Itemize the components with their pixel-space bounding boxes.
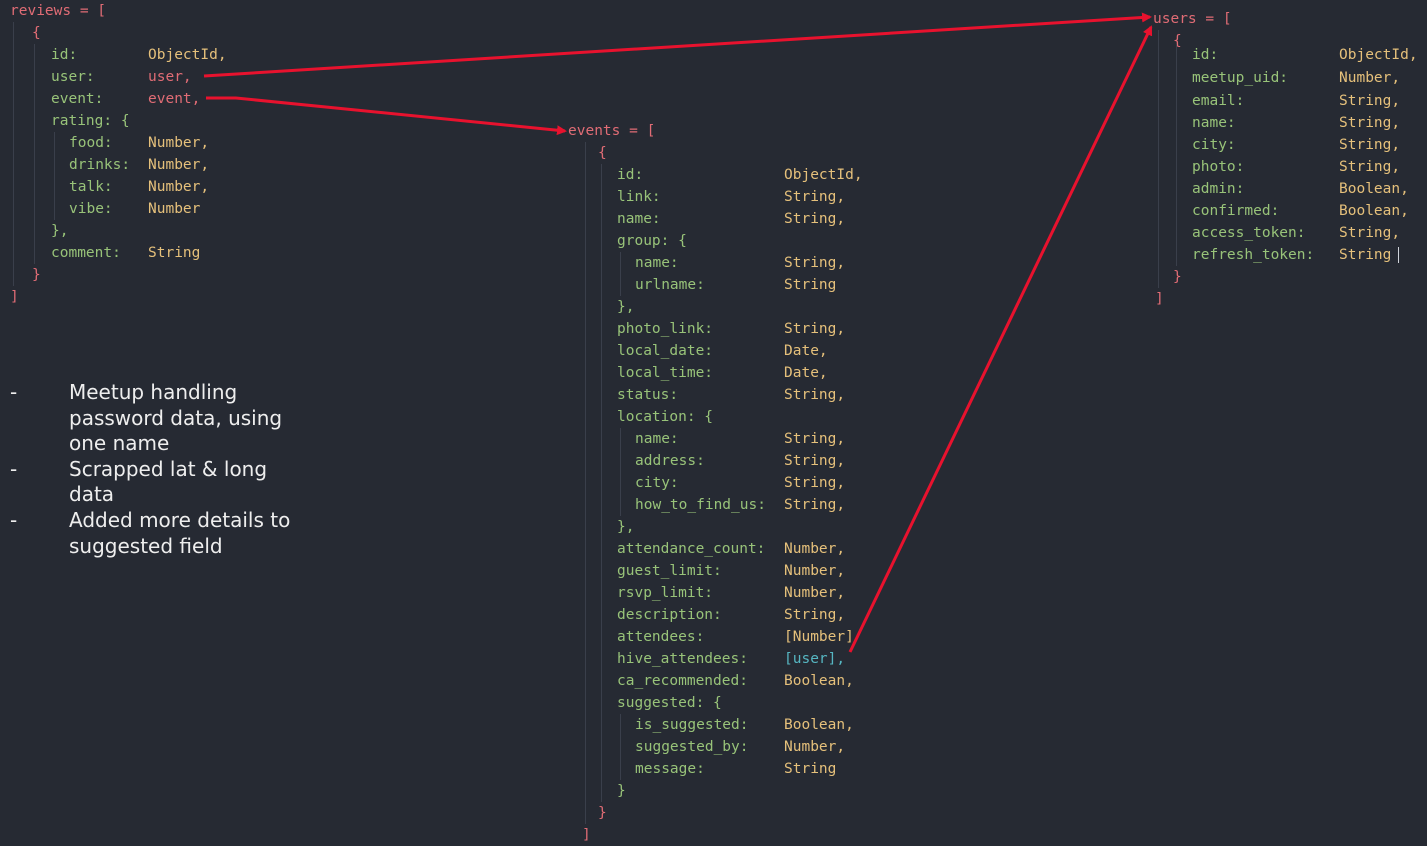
arrow-hive-attendees-to-users <box>848 25 1153 653</box>
arrow-review-event-to-events <box>206 96 567 136</box>
relation-arrows <box>203 12 1153 653</box>
arrow-review-user-to-users <box>203 12 1152 78</box>
